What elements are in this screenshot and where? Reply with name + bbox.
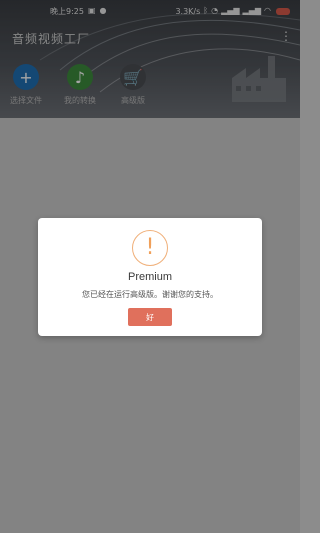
dialog-title: Premium [127,271,172,283]
premium-dialog: ! Premium 您已经在运行高级版。谢谢您的支持。 好 [38,218,262,336]
ok-button[interactable]: 好 [128,308,172,326]
warning-icon: ! [132,230,168,266]
dialog-message: 您已经在运行高级版。谢谢您的支持。 [82,290,218,299]
